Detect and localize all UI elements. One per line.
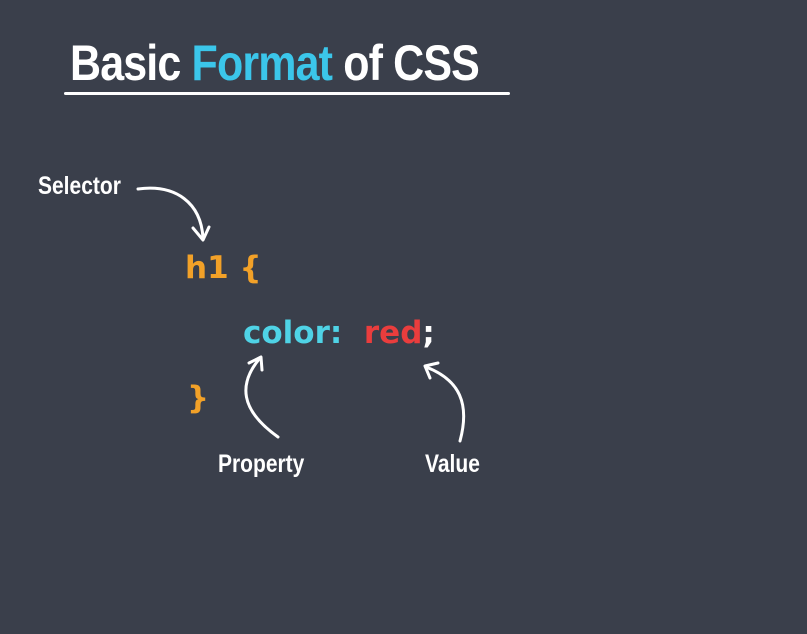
css-declaration: color: red;	[243, 315, 435, 351]
code-close-brace: }	[187, 380, 210, 416]
code-semicolon: ;	[422, 315, 435, 351]
title-underline	[64, 92, 510, 95]
property-arrow	[244, 355, 280, 439]
selector-arrow	[136, 186, 211, 242]
code-value: red	[363, 315, 423, 351]
code-property: color:	[243, 315, 343, 351]
title-part-of-css: of CSS	[332, 35, 480, 91]
code-selector: h1	[185, 250, 229, 286]
value-arrow	[423, 361, 466, 443]
selector-label: Selector	[38, 172, 121, 200]
css-rule-open: h1 {	[185, 250, 262, 286]
property-label: Property	[218, 450, 305, 478]
title-part-basic: Basic	[70, 35, 192, 91]
code-open-brace: {	[239, 250, 262, 286]
page-title: Basic Format of CSS	[70, 34, 480, 92]
value-label: Value	[425, 450, 480, 478]
title-accent-format: Format	[191, 35, 333, 91]
